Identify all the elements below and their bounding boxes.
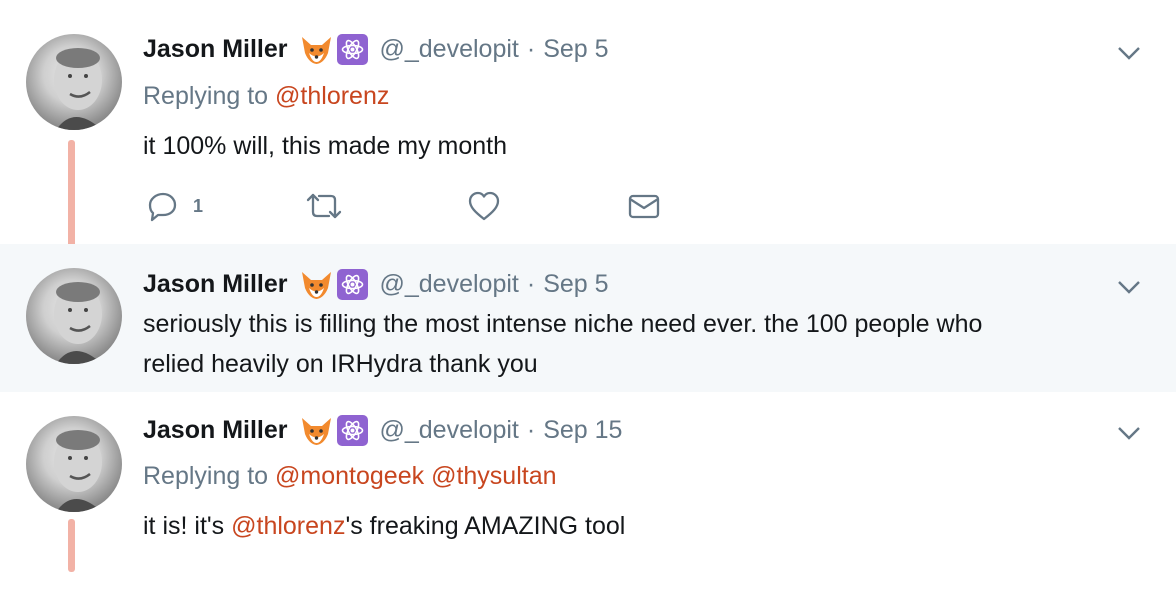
reply-count: 1 (193, 195, 204, 216)
user-handle[interactable]: @_developit (380, 416, 519, 445)
chevron-down-icon[interactable] (1116, 274, 1142, 300)
reply-icon (148, 192, 177, 222)
tweet-text-line: seriously this is filling the most inten… (143, 310, 983, 338)
tweet-text-line: relied heavily on IRHydra thank you (143, 350, 538, 378)
retweet-button[interactable] (303, 190, 345, 222)
tweet-date[interactable]: Sep 5 (543, 270, 608, 299)
atom-react-icon (336, 414, 368, 446)
replying-to: Replying to @thlorenz (143, 82, 389, 111)
replying-to: Replying to @montogeek @thysultan (143, 462, 557, 491)
tweet-date[interactable]: Sep 15 (543, 416, 622, 445)
tweet-1[interactable]: Jason Miller @_developit · Sep 5 Replyin… (0, 0, 1176, 244)
mention-link[interactable]: @montogeek (275, 462, 424, 490)
tweet-header: Jason Miller @_developit · Sep 15 (143, 413, 622, 447)
mention-link[interactable]: @thysultan (431, 462, 556, 490)
separator: · (526, 34, 536, 63)
fox-emoji-icon (300, 268, 333, 301)
replying-prefix: Replying to (143, 82, 269, 110)
mention-link[interactable]: @thlorenz (231, 512, 345, 540)
tweet-header: Jason Miller @_developit · Sep 5 (143, 32, 609, 66)
chevron-down-icon[interactable] (1116, 40, 1142, 66)
replying-prefix: Replying to (143, 462, 269, 490)
tweet-3[interactable]: Jason Miller @_developit · Sep 15 Replyi… (0, 392, 1176, 592)
mention-link[interactable]: @thlorenz (275, 82, 389, 110)
fox-emoji-icon (300, 414, 333, 447)
fox-emoji-icon (300, 33, 333, 66)
tweet-header: Jason Miller @_developit · Sep 5 (143, 267, 609, 301)
user-handle[interactable]: @_developit (380, 270, 519, 299)
user-name[interactable]: Jason Miller (143, 416, 288, 445)
avatar[interactable] (26, 34, 122, 130)
tweet-actions: 1 (143, 190, 843, 230)
tweet-text-part: 's freaking AMAZING tool (345, 512, 626, 540)
retweet-icon (306, 193, 342, 219)
tweet-date[interactable]: Sep 5 (543, 35, 608, 64)
dm-button[interactable] (627, 190, 661, 222)
atom-react-icon (336, 33, 368, 65)
separator: · (526, 269, 536, 298)
user-handle[interactable]: @_developit (380, 35, 519, 64)
avatar[interactable] (26, 416, 122, 512)
tweet-text-part: it is! it's (143, 512, 232, 540)
heart-icon (468, 191, 500, 221)
chevron-down-icon[interactable] (1116, 420, 1142, 446)
atom-react-icon (336, 268, 368, 300)
tweet-2[interactable]: Jason Miller @_developit · Sep 5 serious… (0, 244, 1176, 392)
tweet-text: it 100% will, this made my month (143, 132, 508, 160)
user-name[interactable]: Jason Miller (143, 35, 288, 64)
like-button[interactable] (467, 190, 501, 222)
envelope-icon (628, 194, 660, 219)
user-name[interactable]: Jason Miller (143, 270, 288, 299)
tweet-text: seriously this is filling the most inten… (143, 304, 1123, 384)
reply-button[interactable]: 1 (147, 190, 203, 222)
tweet-text: it is! it's @thlorenz's freaking AMAZING… (143, 506, 1123, 546)
separator: · (526, 415, 536, 444)
avatar[interactable] (26, 268, 122, 364)
